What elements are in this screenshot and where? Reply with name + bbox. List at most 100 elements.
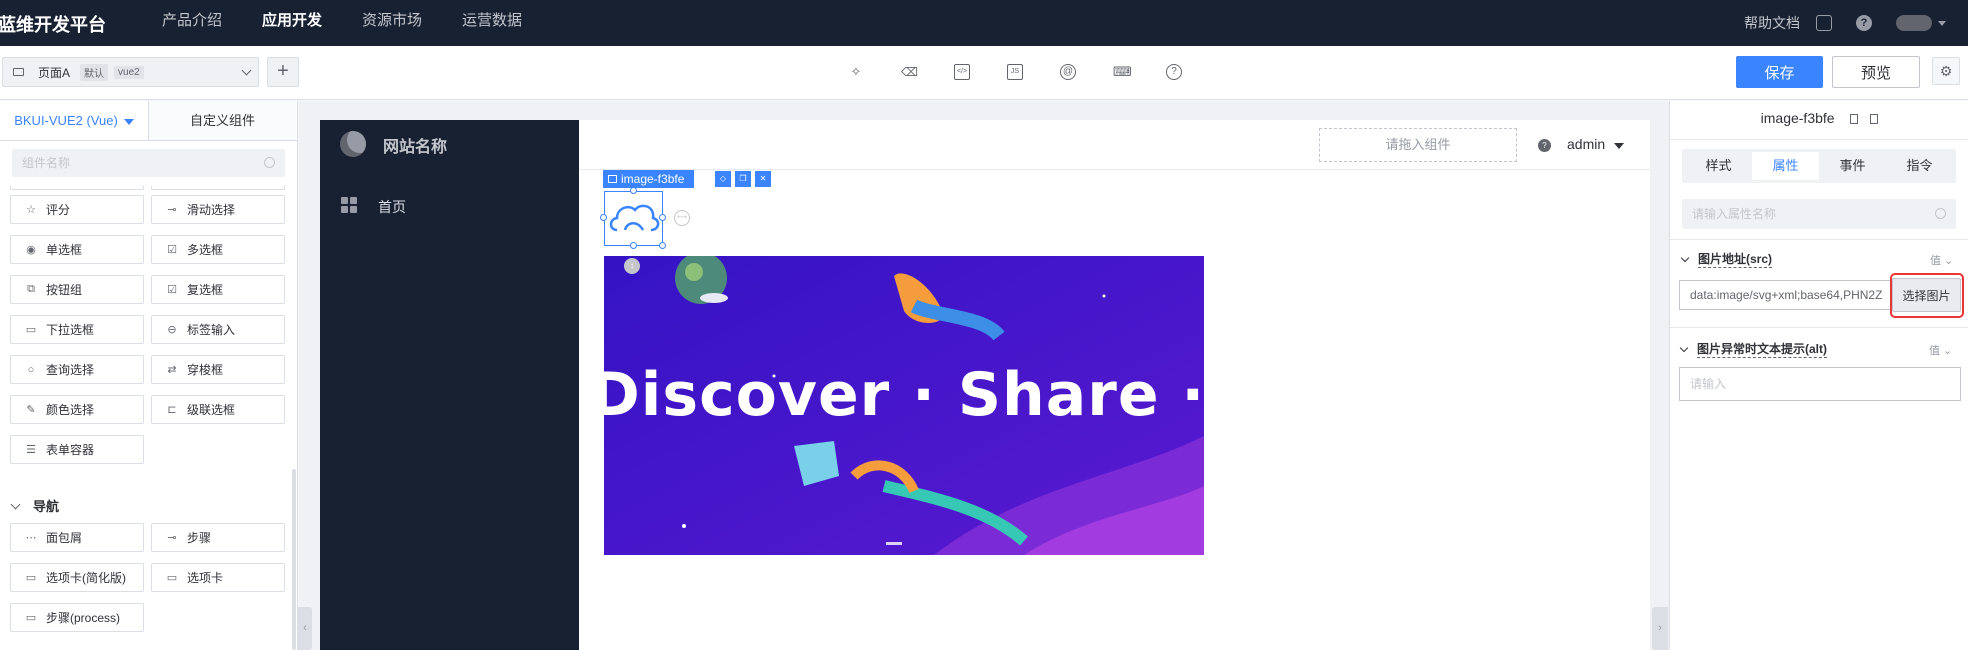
site-name: 网站名称 xyxy=(383,139,448,156)
component-slider[interactable]: ⊸ 滑动选择 xyxy=(151,195,285,224)
export-icon[interactable] xyxy=(1816,15,1832,31)
save-button[interactable]: 保存 xyxy=(1736,56,1823,88)
choose-image-button[interactable]: 选择图片 xyxy=(1892,278,1961,312)
tab-events[interactable]: 事件 xyxy=(1819,152,1886,180)
drop-component-slot[interactable]: 请拖入组件 xyxy=(1319,128,1517,162)
library-scrollbar[interactable] xyxy=(292,469,296,650)
main-nav: 产品介绍 应用开发 资源市场 运营数据 xyxy=(162,0,562,46)
list-item[interactable] xyxy=(10,185,144,190)
trash-icon[interactable] xyxy=(1850,114,1859,125)
list-item[interactable] xyxy=(151,185,285,190)
resize-handle[interactable] xyxy=(630,242,637,249)
prop-alt-title[interactable]: 图片异常时文本提示(alt) xyxy=(1679,340,1827,358)
component-label: 多选框 xyxy=(187,243,224,257)
carousel-indicator[interactable] xyxy=(886,542,902,545)
user-menu[interactable]: admin xyxy=(1567,136,1605,152)
component-form-container[interactable]: ☰ 表单容器 xyxy=(10,435,144,464)
selected-image-component[interactable] xyxy=(604,191,663,246)
caret-down-icon xyxy=(123,118,134,125)
prop-src-title[interactable]: 图片地址(src) xyxy=(1680,250,1773,268)
chevron-down-icon[interactable] xyxy=(1938,20,1946,26)
resize-handle[interactable] xyxy=(659,242,666,249)
component-cascader[interactable]: ⊏ 级联选框 xyxy=(151,395,285,424)
value-type-toggle[interactable]: 值 ⌄ xyxy=(1930,252,1953,268)
component-rate[interactable]: ☆ 评分 xyxy=(10,195,144,224)
nav-operations-data[interactable]: 运营数据 xyxy=(462,0,522,46)
resize-handle[interactable] xyxy=(659,214,666,221)
checkbox-icon: ☑ xyxy=(167,284,177,296)
component-color-picker[interactable]: ✎ 颜色选择 xyxy=(10,395,144,424)
component-process[interactable]: ▭ 步骤(process) xyxy=(10,603,144,632)
property-search-placeholder: 请输入属性名称 xyxy=(1692,207,1777,221)
alt-input[interactable]: 请输入 xyxy=(1679,367,1961,401)
component-label: 面包屑 xyxy=(46,531,83,545)
sidebar-item-home[interactable]: 首页 xyxy=(378,197,406,217)
keyboard-icon[interactable]: ⌨ xyxy=(1113,64,1132,80)
copy-icon[interactable] xyxy=(1870,114,1879,125)
component-search-select[interactable]: ○ 查询选择 xyxy=(10,355,144,384)
star-icon: ☆ xyxy=(26,204,36,216)
tab-style[interactable]: 样式 xyxy=(1685,152,1752,180)
chevron-down-icon xyxy=(1679,343,1689,352)
copy-icon[interactable]: ◇ xyxy=(715,171,731,187)
nav-app-dev[interactable]: 应用开发 xyxy=(262,0,322,46)
puzzle-icon[interactable]: ✧ xyxy=(848,64,864,80)
tab-directives[interactable]: 指令 xyxy=(1886,152,1953,180)
help-icon[interactable]: ? xyxy=(1166,64,1182,80)
page-default-tag: 默认 xyxy=(80,63,109,81)
resize-handle[interactable] xyxy=(630,187,637,194)
src-input[interactable]: data:image/svg+xml;base64,PHN2Z xyxy=(1679,280,1894,310)
component-checkbox-group[interactable]: ☑ 多选框 xyxy=(151,235,285,264)
monitor-icon xyxy=(13,68,24,76)
component-steps[interactable]: ⊸ 步骤 xyxy=(151,523,285,552)
property-search-input[interactable]: 请输入属性名称 xyxy=(1682,199,1956,229)
component-label: 单选框 xyxy=(46,243,83,257)
preview-button[interactable]: 预览 xyxy=(1832,56,1920,88)
tab-bkui-vue2[interactable]: BKUI-VUE2 (Vue) xyxy=(0,101,148,140)
collapse-right-panel-button[interactable]: › xyxy=(1652,607,1668,650)
component-radio[interactable]: ◉ 单选框 xyxy=(10,235,144,264)
code-icon[interactable]: </> xyxy=(954,64,970,80)
component-search-input[interactable]: 组件名称 xyxy=(12,149,285,177)
add-page-button[interactable]: + xyxy=(267,57,299,87)
duplicate-icon[interactable]: ❐ xyxy=(735,171,751,187)
component-checkbox[interactable]: ☑ 复选框 xyxy=(151,275,285,304)
delete-icon[interactable]: ✕ xyxy=(755,171,771,187)
tab-props[interactable]: 属性 xyxy=(1752,152,1819,180)
value-type-toggle[interactable]: 值 ⌄ xyxy=(1929,342,1952,358)
component-breadcrumb[interactable]: ⋯ 面包屑 xyxy=(10,523,144,552)
user-avatar[interactable] xyxy=(1896,15,1932,31)
component-tab-simple[interactable]: ▭ 选项卡(简化版) xyxy=(10,563,144,592)
component-button-group[interactable]: ⧉ 按钮组 xyxy=(10,275,144,304)
page-selector[interactable]: 页面A 默认 vue2 xyxy=(2,57,259,87)
resize-width-icon[interactable]: ⟷ xyxy=(674,210,690,226)
help-icon[interactable]: ? xyxy=(1538,139,1551,152)
at-icon[interactable]: @ xyxy=(1060,64,1076,80)
component-select[interactable]: ▭ 下拉选框 xyxy=(10,315,144,344)
resize-height-icon[interactable]: ↕ xyxy=(624,258,640,274)
gear-icon[interactable]: ⚙ xyxy=(1932,57,1960,85)
tag-input-icon: ⊖ xyxy=(167,324,177,336)
question-icon[interactable]: ? xyxy=(1856,15,1872,31)
nav-resource-market[interactable]: 资源市场 xyxy=(362,0,422,46)
component-search-placeholder: 组件名称 xyxy=(22,156,71,170)
component-library: BKUI-VUE2 (Vue) 自定义组件 组件名称 ☆ 评分 ⊸ 滑动选择 ◉ 单选… xyxy=(0,101,298,650)
component-tag-input[interactable]: ⊖ 标签输入 xyxy=(151,315,285,344)
tab-custom-components[interactable]: 自定义组件 xyxy=(148,101,296,140)
divider xyxy=(1670,239,1968,240)
group-navigation[interactable]: 导航 xyxy=(10,496,59,515)
selected-component-label: image-f3bfe xyxy=(603,170,695,188)
help-docs-link[interactable]: 帮助文档 xyxy=(1744,13,1800,33)
collapse-left-panel-button[interactable]: ‹ xyxy=(298,607,312,650)
component-transfer[interactable]: ⇄ 穿梭框 xyxy=(151,355,285,384)
platform-brand[interactable]: 蓝维开发平台 xyxy=(0,11,106,37)
select-icon: ▭ xyxy=(25,324,37,336)
js-icon[interactable]: JS xyxy=(1007,64,1023,80)
component-tab[interactable]: ▭ 选项卡 xyxy=(151,563,285,592)
component-label: 步骤(process) xyxy=(46,611,121,625)
trash-icon[interactable]: ⌫ xyxy=(901,64,918,80)
resize-handle[interactable] xyxy=(600,214,607,221)
nav-product-intro[interactable]: 产品介绍 xyxy=(162,0,222,46)
prop-src-label: 图片地址(src) xyxy=(1698,252,1773,268)
caret-down-icon[interactable] xyxy=(1614,143,1624,149)
